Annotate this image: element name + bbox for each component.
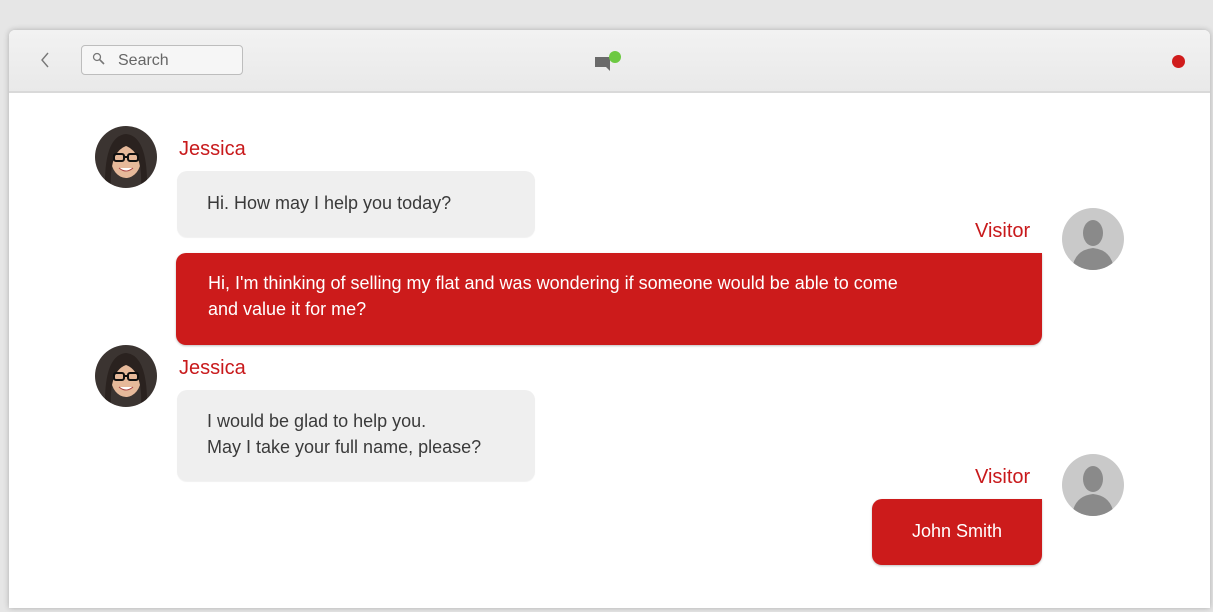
chat-status-indicator[interactable]: [594, 50, 624, 72]
visitor-message-bubble: Hi, I'm thinking of selling my flat and …: [176, 253, 1042, 345]
chat-window: Jessica Hi. How may I help you today? Vi…: [9, 30, 1210, 608]
search-icon: [92, 52, 105, 65]
sender-name: Jessica: [179, 138, 246, 160]
visitor-avatar: [1062, 454, 1124, 516]
back-button[interactable]: [37, 50, 53, 70]
message-text: I would be glad to help you.: [207, 411, 427, 431]
record-indicator: [1172, 55, 1185, 68]
toolbar: [9, 30, 1210, 93]
message-text: and value it for me?: [208, 299, 367, 319]
agent-message-bubble: I would be glad to help you. May I take …: [177, 390, 535, 481]
chat-bubble-icon: [595, 57, 610, 71]
agent-message-bubble: Hi. How may I help you today?: [177, 171, 535, 237]
sender-name: Jessica: [179, 357, 246, 379]
visitor-avatar: [1062, 208, 1124, 270]
search-input[interactable]: [116, 46, 240, 76]
search-box[interactable]: [81, 45, 243, 76]
agent-avatar: [95, 345, 157, 407]
message-text: John Smith: [911, 521, 1003, 541]
chevron-left-icon: [41, 52, 49, 68]
message-text: May I take your full name, please?: [207, 437, 482, 457]
agent-avatar: [95, 126, 157, 188]
message-text: Hi. How may I help you today?: [207, 193, 452, 213]
sender-name: Visitor: [975, 466, 1031, 488]
visitor-message-bubble: John Smith: [872, 499, 1042, 565]
online-status-dot: [609, 51, 621, 63]
sender-name: Visitor: [975, 220, 1031, 242]
message-text: Hi, I'm thinking of selling my flat and …: [208, 273, 898, 293]
